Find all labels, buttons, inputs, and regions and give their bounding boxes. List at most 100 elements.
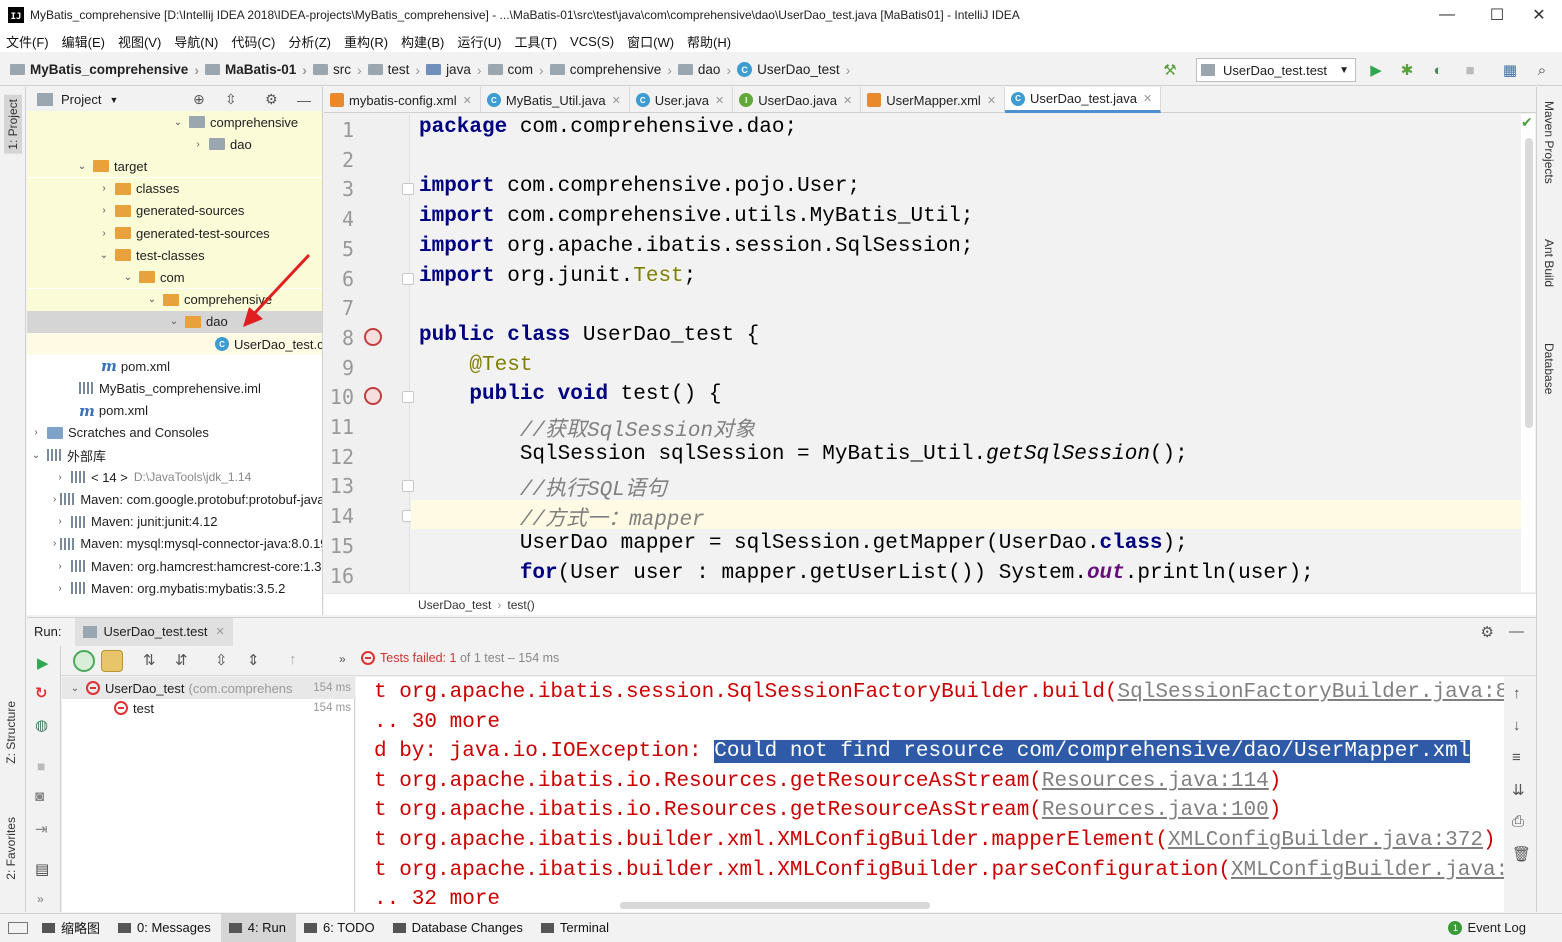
console-line[interactable]: t org.apache.ibatis.io.Resources.getReso… [374, 770, 1281, 793]
chevron-down-icon[interactable]: ⌄ [29, 450, 43, 461]
breadcrumb-item[interactable]: MaBatis-01 › [205, 62, 313, 78]
code-line[interactable]: @Test [419, 354, 532, 377]
rerun-icon[interactable]: ▶ [37, 654, 49, 672]
expand-all-icon[interactable]: ⇳ [215, 651, 228, 669]
close-icon[interactable]: ✕ [612, 94, 621, 107]
sort-alpha-icon[interactable]: ⇅ [143, 651, 156, 669]
breadcrumb-item[interactable]: src › [312, 62, 368, 78]
tool-window-button[interactable]: 0: Messages [110, 914, 221, 942]
down-icon[interactable]: ↓ [1513, 717, 1521, 734]
tree-item[interactable]: › classes [27, 177, 322, 200]
code-line[interactable]: import org.junit.Test; [419, 265, 696, 288]
tool-window-button[interactable]: 4: Run [220, 913, 297, 942]
editor-tab[interactable]: C User.java ✕ [630, 87, 734, 113]
chevron-right-icon[interactable]: › [53, 494, 56, 505]
code-line[interactable]: import org.apache.ibatis.session.SqlSess… [419, 235, 974, 258]
console-line[interactable]: .. 32 more [374, 888, 500, 911]
tree-item[interactable]: › generated-test-sources [27, 222, 322, 244]
build-hammer-icon[interactable]: ⚒ [1160, 60, 1180, 80]
breadcrumb-item[interactable]: C UserDao_test › [737, 62, 856, 78]
console-line[interactable]: .. 30 more [374, 711, 500, 734]
tree-item[interactable]: m pom.xml [27, 355, 322, 377]
menu-item[interactable]: 文件(F) [6, 32, 49, 51]
close-icon[interactable]: ✕ [843, 94, 852, 107]
tree-item[interactable]: › Maven: junit:junit:4.12 [27, 511, 322, 533]
chevron-right-icon[interactable]: › [191, 139, 205, 150]
breadcrumb-method[interactable]: test() [507, 598, 534, 612]
run-icon[interactable]: ▶ [1366, 60, 1386, 80]
stop-icon[interactable]: ■ [1460, 60, 1480, 80]
chevron-right-icon[interactable]: › [53, 472, 67, 483]
chevron-down-icon[interactable]: ⌄ [121, 272, 135, 283]
tree-item[interactable]: › < 14 > D:\JavaTools\jdk_1.14 [27, 466, 322, 488]
code-line[interactable]: public void test() { [419, 383, 721, 406]
close-icon[interactable]: ✕ [715, 94, 724, 107]
console-line[interactable]: d by: java.io.IOException: Could not fin… [374, 740, 1471, 764]
console-line[interactable]: t org.apache.ibatis.session.SqlSessionFa… [374, 681, 1504, 704]
console-hscroll-thumb[interactable] [620, 902, 930, 909]
breadcrumb-item[interactable]: test › [367, 62, 426, 78]
debug-icon[interactable]: ✱ [1397, 60, 1417, 80]
breadcrumb-item[interactable]: MyBatis_comprehensive › [10, 62, 205, 78]
menu-item[interactable]: 分析(Z) [288, 32, 331, 51]
console-line[interactable]: t org.apache.ibatis.builder.xml.XMLConfi… [374, 859, 1504, 882]
code-line[interactable]: //获取SqlSession对象 [419, 413, 755, 443]
editor-scrollbar[interactable]: ✔ [1521, 114, 1535, 592]
database-tab[interactable]: Database [1542, 343, 1556, 394]
code-editor[interactable]: package com.comprehensive.dao; import com… [411, 114, 1521, 592]
tree-item[interactable]: › dao [27, 133, 322, 156]
code-line[interactable]: SqlSession sqlSession = MyBatis_Util.get… [419, 443, 1188, 466]
tree-item[interactable]: › Scratches and Consoles [27, 422, 322, 444]
test-tree-item[interactable]: test 154 ms [62, 697, 355, 719]
chevron-right-icon[interactable]: › [97, 183, 111, 194]
close-icon[interactable]: ✕ [987, 94, 996, 107]
print-icon[interactable]: ⎙ [1512, 813, 1524, 830]
menu-item[interactable]: 代码(C) [231, 32, 275, 51]
tree-item[interactable]: › Maven: org.mybatis:mybatis:3.5.2 [27, 577, 322, 599]
chevron-right-icon[interactable]: › [29, 427, 43, 438]
collapse-all-icon[interactable]: ⇳ [225, 91, 237, 108]
sort-duration-icon[interactable]: ⇵ [175, 651, 188, 669]
gear-icon[interactable]: ⚙ [1481, 623, 1494, 641]
menu-item[interactable]: 视图(V) [118, 32, 161, 51]
up-icon[interactable]: ↑ [1513, 685, 1521, 702]
editor-tab[interactable]: C UserDao_test.java ✕ [1005, 87, 1162, 113]
console-line[interactable]: t org.apache.ibatis.io.Resources.getReso… [374, 799, 1281, 822]
chevron-down-icon[interactable]: ⌄ [145, 294, 159, 305]
breadcrumb-class[interactable]: UserDao_test [418, 598, 491, 612]
chevron-right-icon[interactable]: › [53, 561, 67, 572]
hide-panel-icon[interactable]: — [297, 92, 311, 108]
tree-item[interactable]: › Maven: com.google.protobuf:protobuf-jav… [27, 488, 322, 510]
editor-tab[interactable]: C MyBatis_Util.java ✕ [481, 87, 630, 113]
console-line[interactable]: t org.apache.ibatis.builder.xml.XMLConfi… [374, 829, 1496, 852]
close-icon[interactable]: ✕ [1143, 92, 1152, 105]
show-passed-icon[interactable] [73, 650, 95, 672]
menu-item[interactable]: 导航(N) [174, 32, 218, 51]
tool-window-button[interactable]: Database Changes [385, 914, 533, 942]
hide-panel-icon[interactable]: — [1509, 623, 1524, 640]
tool-window-button[interactable]: Terminal [533, 914, 619, 942]
minimize-button[interactable]: — [1424, 0, 1470, 30]
more-icon[interactable]: » [37, 892, 44, 906]
collapse-all-icon[interactable]: ⇕ [247, 651, 260, 669]
close-button[interactable]: ✕ [1516, 0, 1562, 30]
chevron-down-icon[interactable]: ▼ [109, 95, 118, 105]
code-line[interactable]: package com.comprehensive.dao; [419, 116, 797, 139]
scroll-to-end-icon[interactable]: ⇊ [1512, 781, 1525, 799]
menu-item[interactable]: 窗口(W) [627, 32, 674, 51]
code-line[interactable]: //方式一：mapper [419, 502, 705, 532]
locate-icon[interactable]: ⊕ [193, 91, 205, 108]
search-icon[interactable]: ⌕ [1532, 60, 1552, 80]
chevron-right-icon[interactable]: › [97, 228, 111, 239]
project-structure-icon[interactable]: ▦ [1500, 60, 1520, 80]
code-line[interactable]: UserDao mapper = sqlSession.getMapper(Us… [419, 532, 1188, 555]
menu-item[interactable]: VCS(S) [570, 34, 614, 49]
rerun-failed-icon[interactable]: ↻ [35, 684, 48, 702]
structure-tool-tab[interactable]: Z: Structure [4, 701, 18, 764]
chevron-down-icon[interactable]: ⌄ [75, 161, 89, 172]
favorites-tool-tab[interactable]: 2: Favorites [4, 817, 18, 880]
code-line[interactable]: import com.comprehensive.utils.MyBatis_U… [419, 205, 974, 228]
code-line[interactable]: for(User user : mapper.getUserList()) Sy… [419, 562, 1314, 585]
test-tree-item[interactable]: ⌄ UserDao_test (com.comprehens 154 ms [62, 677, 355, 699]
event-log-button[interactable]: 1 Event Log [1448, 920, 1526, 935]
